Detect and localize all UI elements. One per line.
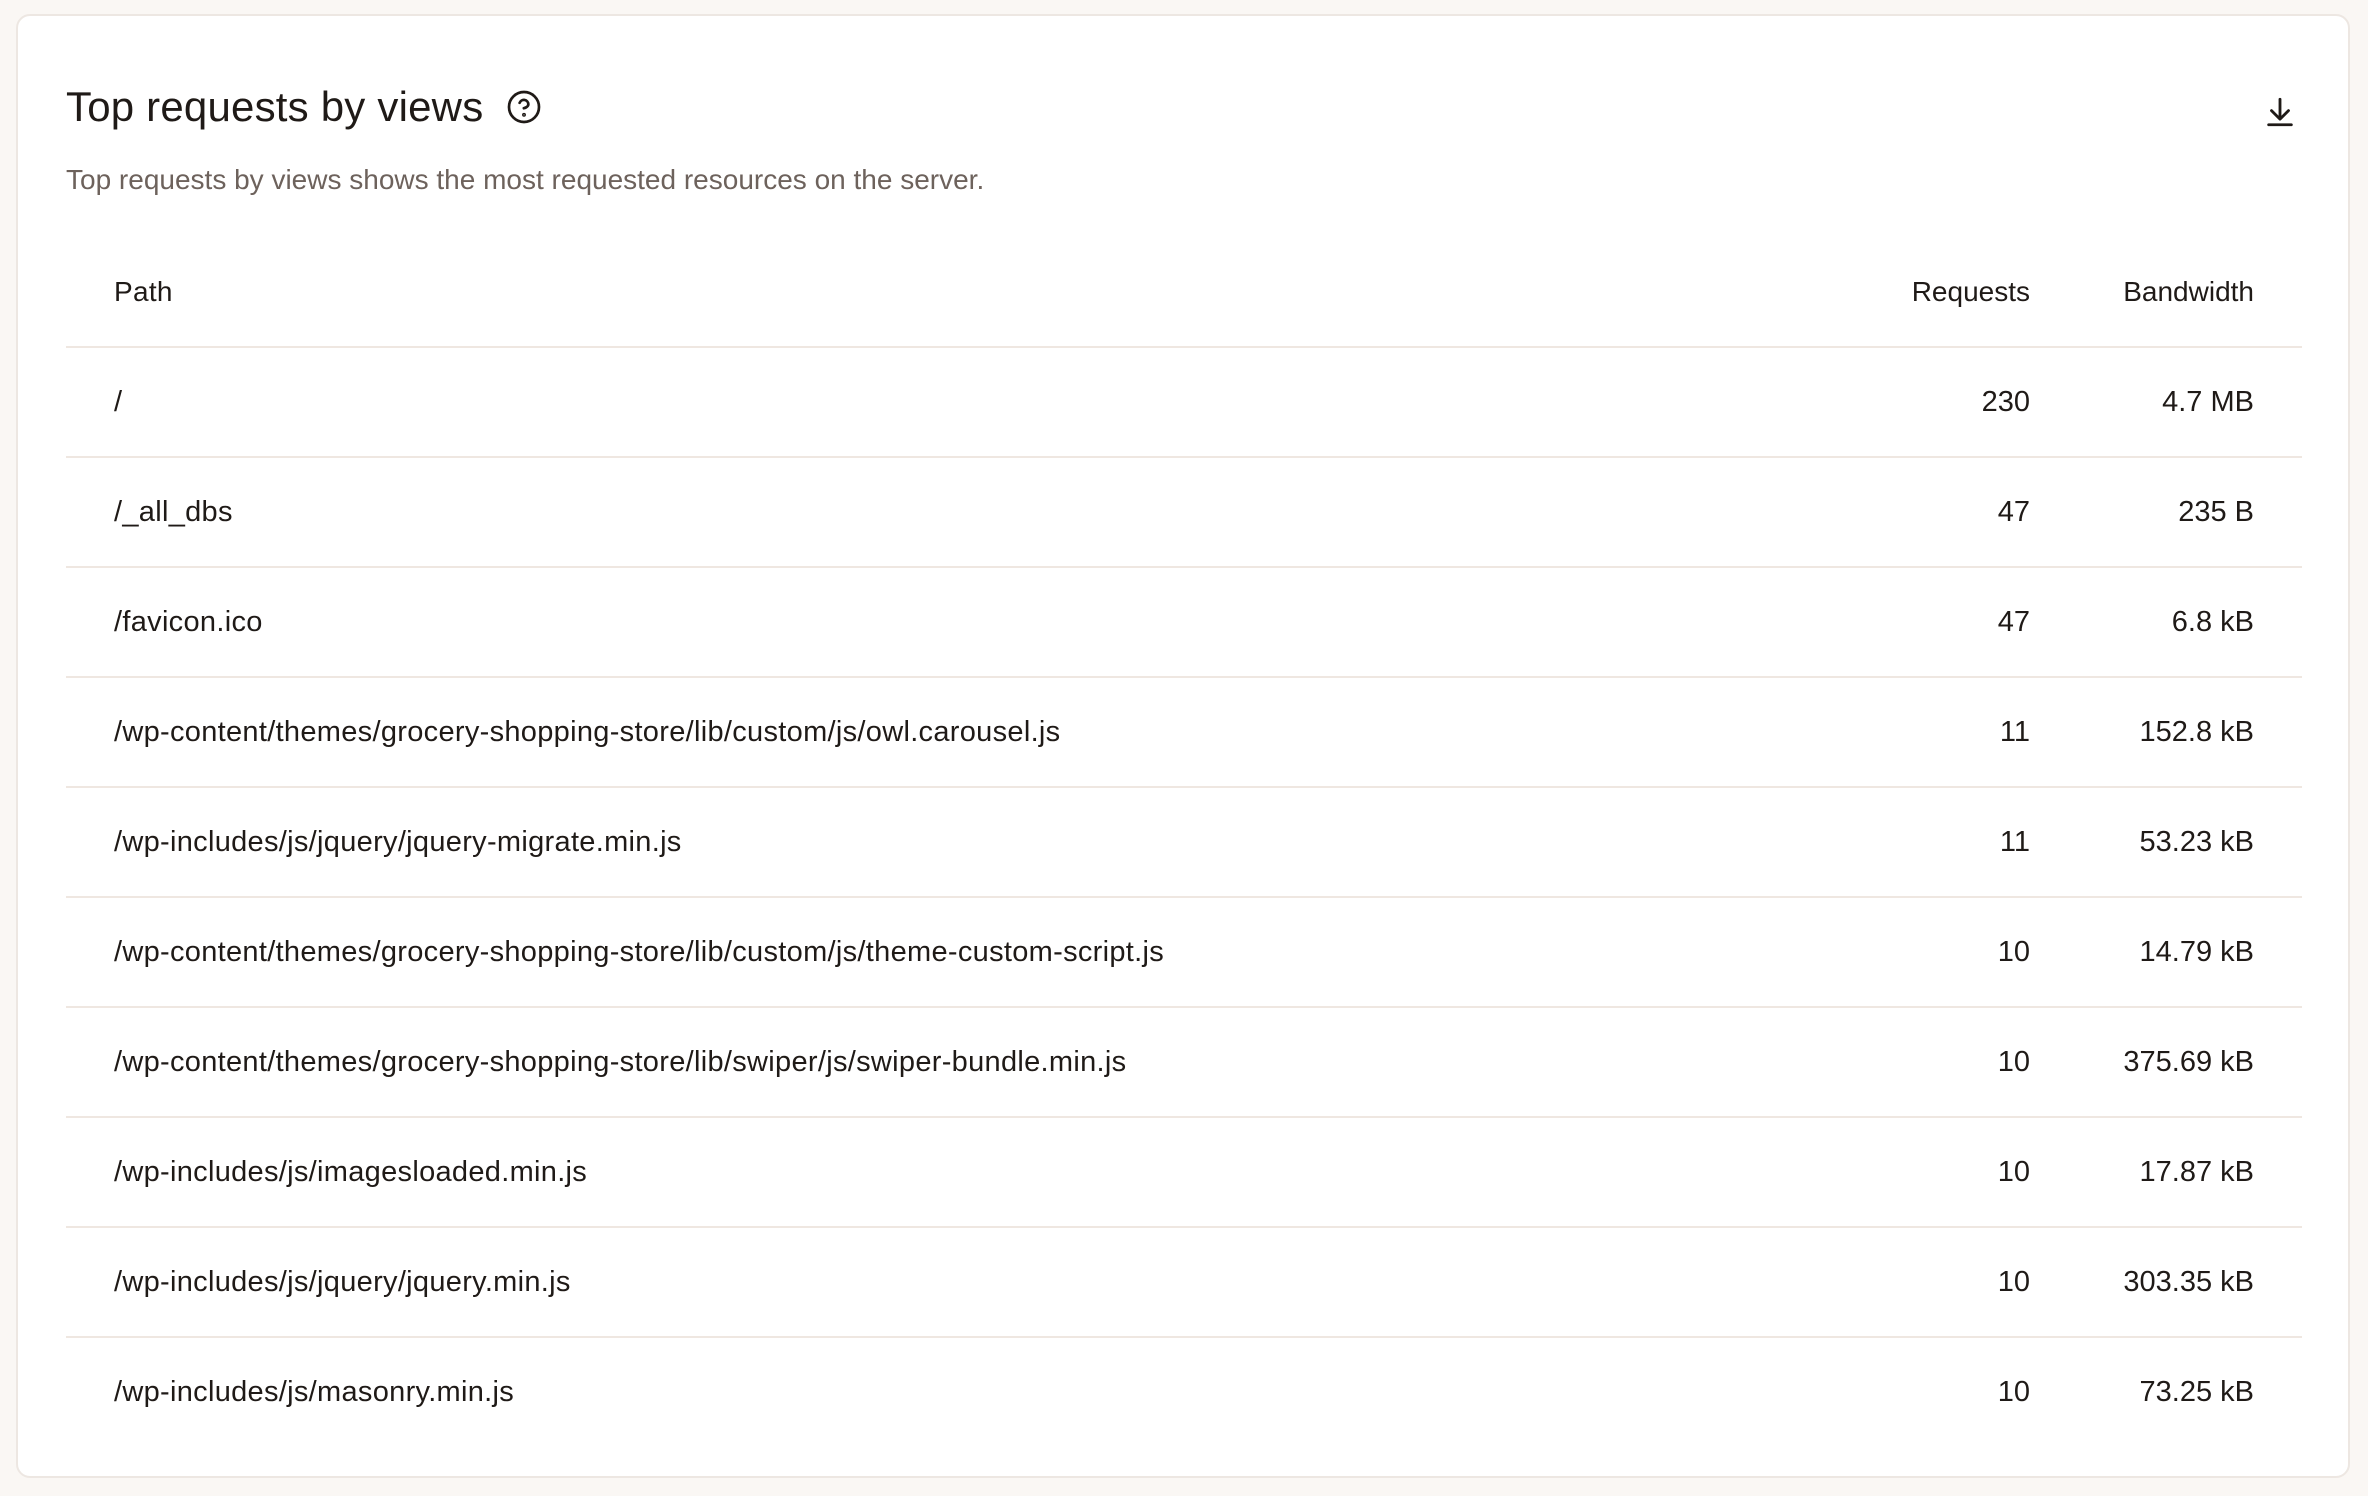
- row-path: /wp-content/themes/grocery-shopping-stor…: [114, 715, 1061, 748]
- row-path: /wp-includes/js/imagesloaded.min.js: [114, 1155, 588, 1188]
- title-row: Top requests by views: [66, 72, 2300, 142]
- row-requests: 11: [1999, 825, 2030, 858]
- table-row: / 230 4.7 MB: [66, 348, 2302, 458]
- row-bandwidth: 303.35 kB: [2123, 1265, 2254, 1298]
- row-requests: 10: [1997, 1375, 2030, 1408]
- row-path: /: [114, 385, 123, 418]
- table-body: / 230 4.7 MB /_all_dbs 47 235 B/favicon.ico 47…: [66, 348, 2302, 1446]
- row-bandwidth: 73.25 kB: [2139, 1375, 2254, 1408]
- row-bandwidth: 6.8 kB: [2171, 605, 2254, 638]
- row-requests: 47: [1997, 495, 2030, 528]
- download-icon[interactable]: [2260, 92, 2300, 132]
- row-path: /wp-includes/js/jquery/jquery.min.js: [114, 1265, 571, 1298]
- row-bandwidth: 14.79 kB: [2139, 935, 2254, 968]
- table-row: /favicon.ico 47 6.8 kB: [66, 568, 2302, 678]
- row-requests: 11: [1999, 715, 2030, 748]
- row-path: /wp-includes/js/jquery/jquery-migrate.mi…: [114, 825, 682, 858]
- row-requests: 47: [1997, 605, 2030, 638]
- row-path: /_all_dbs: [114, 495, 233, 528]
- row-path: /wp-content/themes/grocery-shopping-stor…: [114, 1045, 1127, 1078]
- table-header: Path Requests Bandwidth: [66, 238, 2302, 348]
- table-row: /wp-includes/js/imagesloaded.min.js 10 17.…: [66, 1118, 2302, 1228]
- row-bandwidth: 235 B: [2178, 495, 2254, 528]
- header-requests: Requests: [1911, 276, 2030, 307]
- header-path: Path: [114, 276, 173, 307]
- row-requests: 10: [1997, 1265, 2030, 1298]
- row-requests: 10: [1997, 935, 2030, 968]
- table-row: /wp-content/themes/grocery-shopping-stor…: [66, 678, 2302, 788]
- table-row: /wp-includes/js/masonry.min.js 10 73.25 kB: [66, 1338, 2302, 1446]
- top-requests-card: Top requests by views Top requests by vi…: [16, 14, 2350, 1478]
- row-bandwidth: 152.8 kB: [2139, 715, 2254, 748]
- row-bandwidth: 17.87 kB: [2139, 1155, 2254, 1188]
- row-requests: 10: [1997, 1155, 2030, 1188]
- table-row: /_all_dbs 47 235 B: [66, 458, 2302, 568]
- row-requests: 230: [1981, 385, 2030, 418]
- row-path: /wp-includes/js/masonry.min.js: [114, 1375, 515, 1408]
- row-bandwidth: 4.7 MB: [2162, 385, 2254, 418]
- table-row: /wp-content/themes/grocery-shopping-stor…: [66, 1008, 2302, 1118]
- row-bandwidth: 375.69 kB: [2123, 1045, 2254, 1078]
- row-path: /favicon.ico: [114, 605, 263, 638]
- table-row: /wp-content/themes/grocery-shopping-stor…: [66, 898, 2302, 1008]
- table-row: /wp-includes/js/jquery/jquery.min.js 10 30…: [66, 1228, 2302, 1338]
- help-circle-icon[interactable]: [505, 88, 543, 126]
- row-requests: 10: [1997, 1045, 2030, 1078]
- requests-table: Path Requests Bandwidth / 230 4.7 MB /_all_…: [66, 238, 2302, 1446]
- table-row: /wp-includes/js/jquery/jquery-migrate.mi…: [66, 788, 2302, 898]
- card-title: Top requests by views: [66, 83, 484, 130]
- card-subtitle: Top requests by views shows the most req…: [66, 164, 985, 195]
- row-bandwidth: 53.23 kB: [2139, 825, 2254, 858]
- card-header: Top requests by views: [66, 72, 2300, 162]
- header-bandwidth: Bandwidth: [2123, 276, 2254, 307]
- row-path: /wp-content/themes/grocery-shopping-stor…: [114, 935, 1165, 968]
